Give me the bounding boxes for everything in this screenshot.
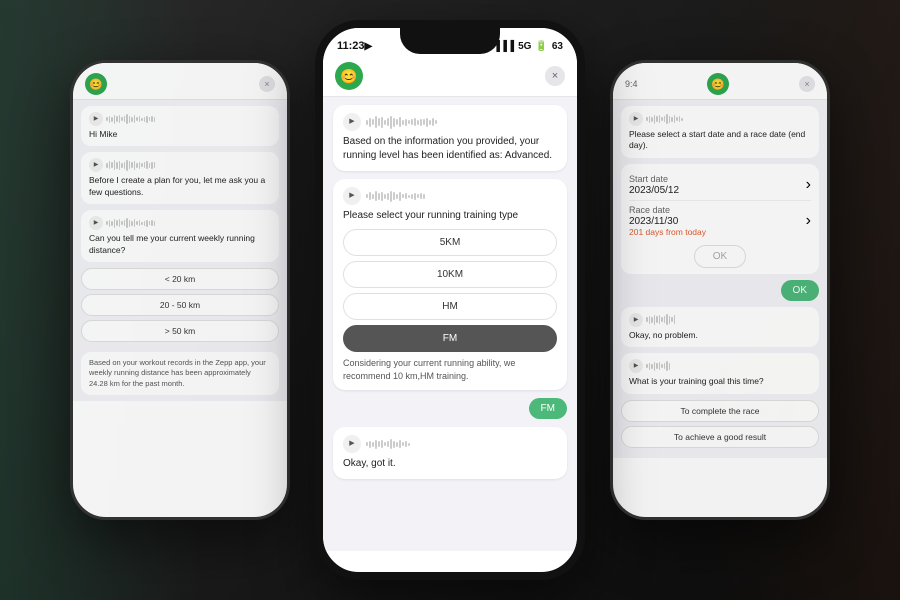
left-audio-3: ▶ — [89, 216, 271, 230]
left-msg-2: ▶ Before I create a plan for you, let me… — [81, 152, 279, 204]
center-msg-2-text: Please select your running training type — [343, 210, 518, 221]
center-time: 11:23 — [337, 40, 365, 52]
right-race-date-row[interactable]: Race date 2023/11/30 201 days from today… — [629, 201, 811, 241]
left-msg-2-text: Before I create a plan for you, let me a… — [89, 175, 265, 196]
right-audio-1: ▶ — [629, 112, 811, 126]
right-choice-complete[interactable]: To complete the race — [621, 400, 819, 422]
right-user-ok: OK — [781, 280, 819, 301]
right-start-date-row[interactable]: Start date 2023/05/12 › — [629, 170, 811, 201]
right-audio-2: ▶ — [629, 313, 811, 327]
left-choice-more50[interactable]: > 50 km — [81, 320, 279, 342]
center-waveform-2 — [366, 191, 557, 202]
left-wave-2 — [106, 160, 271, 171]
right-msg-3-text: What is your training goal this time? — [629, 376, 764, 386]
left-msg-3: ▶ Can you tell me your current weekly ru… — [81, 210, 279, 262]
right-msg-2-text: Okay, no problem. — [629, 330, 698, 340]
center-waveform-3 — [366, 439, 557, 449]
center-avatar: 😊 — [335, 62, 363, 90]
center-msg-2: ▶ Please select your running training ty… — [333, 179, 567, 390]
left-info: Based on your workout records in the Zep… — [81, 352, 279, 394]
right-msg-2: ▶ Okay, no problem. — [621, 307, 819, 347]
left-msg-1-text: Hi Mike — [89, 129, 117, 139]
center-user-msg-fm: FM — [529, 398, 567, 419]
center-phone: 11:23 ▶ ▐▐▐ 5G 🔋 63 😊 × ▶ — [315, 20, 585, 580]
right-wave-3 — [646, 361, 811, 371]
left-play-1[interactable]: ▶ — [89, 112, 103, 126]
left-msg-1: ▶ Hi Mike — [81, 106, 279, 146]
center-play-3[interactable]: ▶ — [343, 435, 361, 453]
center-chat-body: ▶ Based on the information you provided,… — [323, 97, 577, 551]
center-chat-header: 😊 × — [323, 56, 577, 96]
right-chat-body: ▶ Please select a start date and a race … — [613, 100, 827, 458]
right-play-3[interactable]: ▶ — [629, 359, 643, 373]
right-choice-goodresult[interactable]: To achieve a good result — [621, 426, 819, 448]
center-choice-fm[interactable]: FM — [343, 325, 557, 352]
left-phone: 😊 × ▶ Hi Mike ▶ — [70, 60, 290, 520]
center-play-2[interactable]: ▶ — [343, 187, 361, 205]
left-audio-1: ▶ — [89, 112, 271, 126]
center-status-icons: ▐▐▐ 5G 🔋 63 — [493, 41, 563, 52]
right-start-chevron: › — [806, 176, 811, 194]
battery-icon: 🔋 — [535, 41, 547, 52]
center-training-choices: 5KM 10KM HM FM — [343, 229, 557, 352]
center-recommendation: Considering your current running ability… — [343, 357, 557, 382]
right-wave-2 — [646, 314, 811, 325]
left-close-btn[interactable]: × — [259, 76, 275, 92]
right-race-label: Race date — [629, 205, 706, 215]
right-play-1[interactable]: ▶ — [629, 112, 643, 126]
left-audio-2: ▶ — [89, 158, 271, 172]
left-choice-2050[interactable]: 20 - 50 km — [81, 294, 279, 316]
right-play-2[interactable]: ▶ — [629, 313, 643, 327]
center-choice-10km[interactable]: 10KM — [343, 261, 557, 288]
left-chat-body: ▶ Hi Mike ▶ Before I create a plan for y… — [73, 100, 287, 401]
center-notch — [400, 28, 500, 54]
center-play-1[interactable]: ▶ — [343, 113, 361, 131]
battery-percent: 63 — [552, 41, 563, 52]
right-phone-header: 9:4 😊 × — [613, 63, 827, 99]
right-goal-choices: To complete the race To achieve a good r… — [621, 400, 819, 452]
center-user-msg-container: FM — [333, 398, 567, 419]
left-play-2[interactable]: ▶ — [89, 158, 103, 172]
left-msg-3-text: Can you tell me your current weekly runn… — [89, 233, 255, 254]
center-location-icon: ▶ — [365, 41, 373, 52]
center-msg-1: ▶ Based on the information you provided,… — [333, 105, 567, 171]
right-audio-3: ▶ — [629, 359, 811, 373]
left-phone-header: 😊 × — [73, 63, 287, 99]
left-avatar: 😊 — [85, 73, 107, 95]
right-phone: 9:4 😊 × ▶ Please select a start date and… — [610, 60, 830, 520]
right-msg-1-text: Please select a start date and a race da… — [629, 129, 805, 150]
right-msg-1: ▶ Please select a start date and a race … — [621, 106, 819, 158]
center-close-btn[interactable]: × — [545, 66, 565, 86]
right-race-value: 2023/11/30 — [629, 216, 706, 227]
center-choice-5km[interactable]: 5KM — [343, 229, 557, 256]
5g-label: 5G — [518, 41, 531, 52]
right-start-value: 2023/05/12 — [629, 185, 679, 196]
right-msg-3: ▶ What is your training goal this time? — [621, 353, 819, 393]
center-msg-3: ▶ Okay, got it. — [333, 427, 567, 479]
right-close-btn[interactable]: × — [799, 76, 815, 92]
center-choice-hm[interactable]: HM — [343, 293, 557, 320]
left-wave-3 — [106, 218, 271, 228]
right-ok-inactive-container: OK — [629, 245, 811, 268]
right-race-chevron: › — [806, 212, 811, 230]
center-audio-1: ▶ — [343, 113, 557, 131]
center-audio-3: ▶ — [343, 435, 557, 453]
left-choice-less20[interactable]: < 20 km — [81, 268, 279, 290]
right-wave-1 — [646, 114, 811, 124]
phones-container: 😊 × ▶ Hi Mike ▶ — [0, 0, 900, 600]
center-msg-1-text: Based on the information you provided, y… — [343, 136, 552, 161]
left-choices: < 20 km 20 - 50 km > 50 km — [81, 268, 279, 346]
right-race-sub: 201 days from today — [629, 227, 706, 237]
right-user-msg-container: OK — [621, 280, 819, 301]
left-wave-1 — [106, 114, 271, 124]
right-status-time: 9:4 — [625, 79, 638, 89]
right-date-picker: Start date 2023/05/12 › Race date 2023/1… — [621, 164, 819, 274]
right-start-label: Start date — [629, 174, 679, 184]
center-audio-2: ▶ — [343, 187, 557, 205]
center-waveform-1 — [366, 116, 557, 129]
right-ok-inactive-btn[interactable]: OK — [694, 245, 746, 268]
left-play-3[interactable]: ▶ — [89, 216, 103, 230]
right-avatar: 😊 — [707, 73, 729, 95]
center-msg-3-text: Okay, got it. — [343, 458, 396, 469]
